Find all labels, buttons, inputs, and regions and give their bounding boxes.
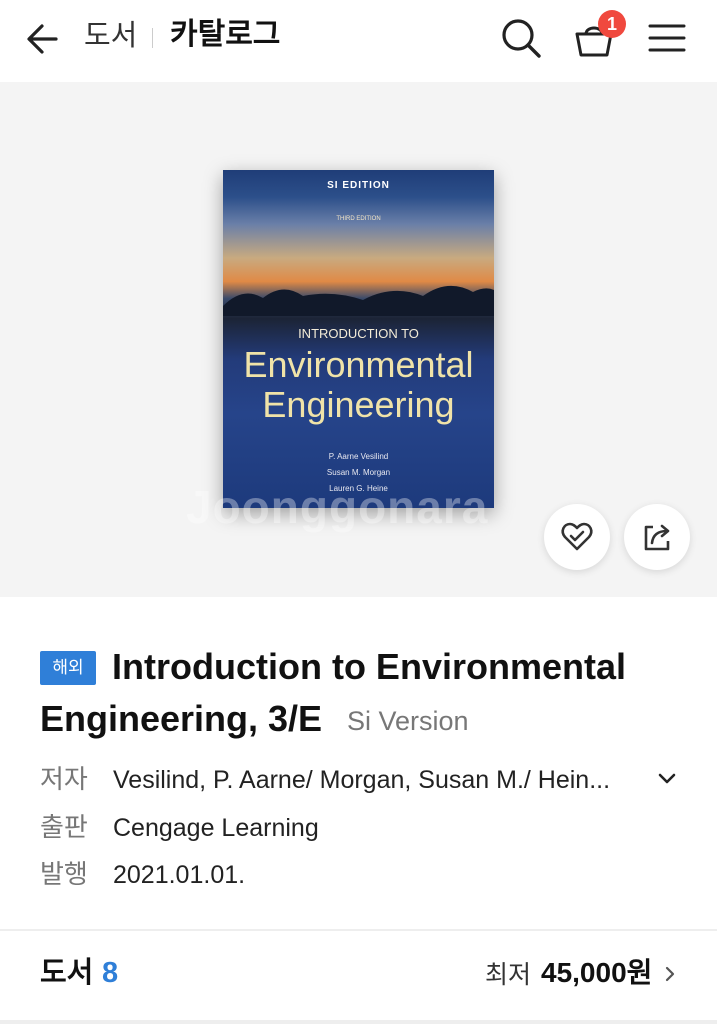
product-title-line2: Engineering, 3/E <box>40 698 323 739</box>
share-icon <box>644 524 670 551</box>
author-label: 저자 <box>40 764 88 794</box>
chevron-down-icon[interactable] <box>656 768 678 790</box>
listing-label: 도서 <box>40 957 94 989</box>
book-cover-image: SI EDITION THIRD EDITION INTRODUCTION TO… <box>223 170 494 508</box>
breadcrumb-category[interactable]: 도서 <box>84 16 137 56</box>
publisher-label: 출판 <box>40 812 88 842</box>
lowest-price-label: 최저 <box>485 961 532 989</box>
bottom-divider <box>0 1020 717 1024</box>
lowest-price-value: 45,000원 <box>541 957 653 988</box>
search-icon[interactable] <box>497 14 545 62</box>
back-arrow-icon[interactable] <box>22 18 64 60</box>
top-bar: 도서 카탈로그 1 <box>0 0 717 82</box>
product-image-gallery: SI EDITION THIRD EDITION INTRODUCTION TO… <box>0 82 717 597</box>
author-value: Vesilind, P. Aarne/ Morgan, Susan M./ He… <box>113 766 611 794</box>
overseas-tag: 해외 <box>40 651 96 685</box>
cover-title-line1: Environmental <box>243 344 474 385</box>
publish-date-label: 발행 <box>40 859 88 889</box>
product-title-line1: Introduction to Environmental <box>112 646 626 687</box>
cover-author-1: P. Aarne Vesilind <box>328 452 389 461</box>
cover-third-edition: THIRD EDITION <box>336 216 381 222</box>
menu-icon[interactable] <box>643 14 691 62</box>
product-info: 해외 Introduction to Environmental Enginee… <box>0 597 717 930</box>
cover-intro: INTRODUCTION TO <box>298 326 419 341</box>
listing-summary-row[interactable]: 도서 8 최저 45,000원 <box>0 931 717 1024</box>
product-subtitle: Si Version <box>347 706 469 736</box>
heart-check-icon <box>561 522 593 551</box>
publish-date-value: 2021.01.01. <box>113 861 246 889</box>
watermark: Joonggonara <box>186 481 489 533</box>
wishlist-button[interactable] <box>544 504 610 570</box>
chevron-right-icon[interactable] <box>662 965 678 983</box>
share-button[interactable] <box>624 504 690 570</box>
listing-count: 8 <box>102 957 119 989</box>
cover-author-2: Susan M. Morgan <box>326 468 391 477</box>
cart-count-badge: 1 <box>598 10 626 38</box>
breadcrumb-separator <box>152 28 153 48</box>
cover-title-line2: Engineering <box>262 384 455 425</box>
page-title: 카탈로그 <box>170 18 281 51</box>
publisher-value: Cengage Learning <box>113 814 319 842</box>
cover-landscape-silhouette <box>223 285 494 316</box>
cover-edition: SI EDITION <box>327 180 390 191</box>
